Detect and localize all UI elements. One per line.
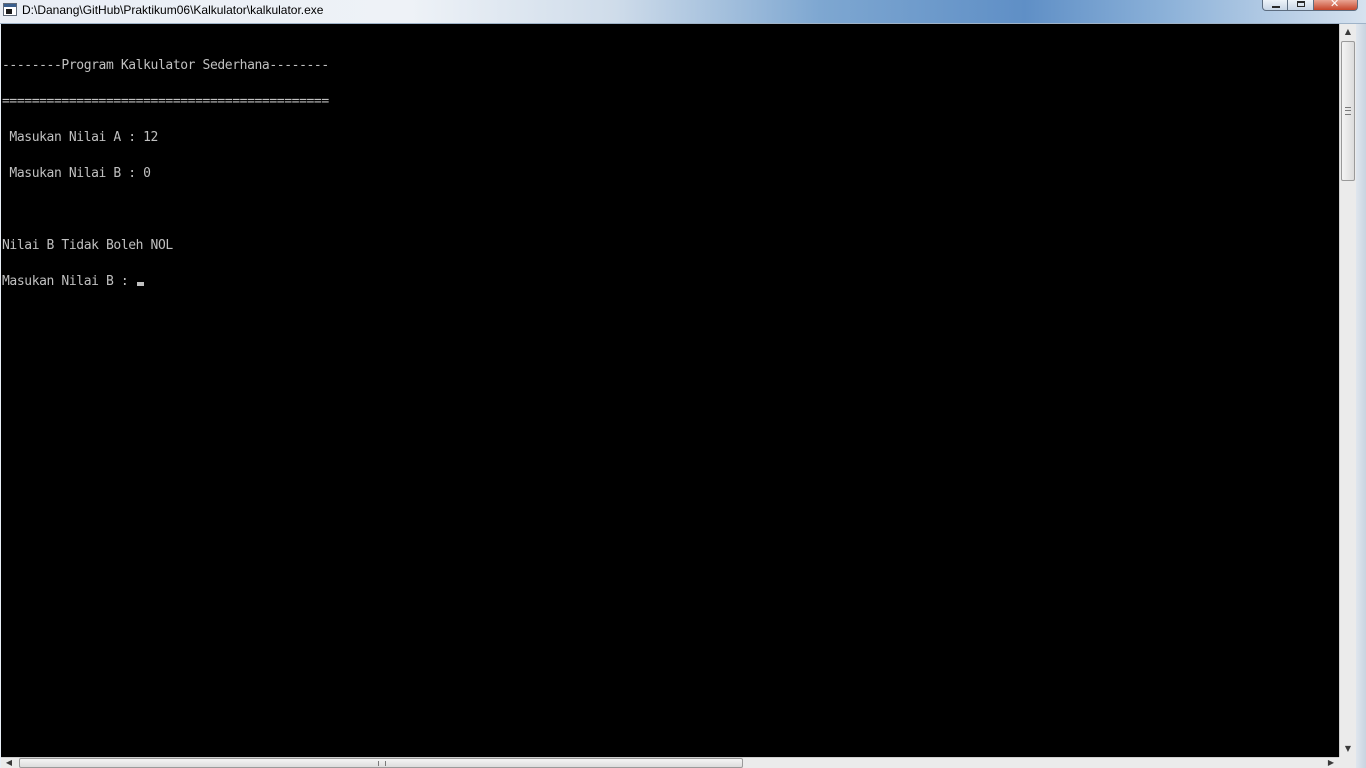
vertical-scroll-thumb[interactable] [1341, 41, 1355, 181]
scroll-down-arrow-icon[interactable]: ▼ [1340, 741, 1356, 757]
vertical-scrollbar[interactable]: ▲ ▼ [1339, 24, 1356, 757]
horizontal-scroll-thumb[interactable] [19, 758, 743, 768]
console-window: D:\Danang\GitHub\Praktikum06\Kalkulator\… [0, 0, 1366, 768]
text-cursor [136, 282, 144, 286]
minimize-button[interactable] [1262, 0, 1288, 11]
console-line-input-b: Masukan Nilai B : 0 [2, 166, 151, 181]
grip-icon [1345, 107, 1351, 115]
maximize-button[interactable] [1288, 0, 1314, 11]
console-prompt-text: Masukan Nilai B : [2, 274, 136, 289]
caption-buttons: ✕ [1262, 0, 1358, 11]
grip-icon [378, 761, 386, 766]
scroll-left-arrow-icon[interactable]: ◀ [1, 758, 17, 768]
close-button[interactable]: ✕ [1314, 0, 1358, 11]
console-line-prompt[interactable]: Masukan Nilai B : [2, 274, 329, 289]
minimize-icon [1272, 6, 1280, 8]
console-line-header: --------Program Kalkulator Sederhana----… [2, 58, 329, 73]
console-output[interactable]: --------Program Kalkulator Sederhana----… [1, 24, 1339, 757]
console-line-input-a: Masukan Nilai A : 12 [2, 130, 158, 145]
horizontal-scrollbar[interactable]: ◀ ▶ [1, 757, 1339, 768]
title-bar[interactable]: D:\Danang\GitHub\Praktikum06\Kalkulator\… [0, 0, 1366, 24]
maximize-icon [1297, 1, 1305, 7]
close-icon: ✕ [1330, 0, 1340, 10]
window-frame-right [1356, 24, 1366, 768]
console-app-icon[interactable] [3, 3, 17, 16]
console-line-separator: ========================================… [2, 94, 329, 109]
scroll-right-arrow-icon[interactable]: ▶ [1323, 758, 1339, 768]
window-title: D:\Danang\GitHub\Praktikum06\Kalkulator\… [22, 3, 324, 17]
scrollbar-corner [1339, 757, 1356, 768]
scroll-up-arrow-icon[interactable]: ▲ [1340, 24, 1356, 40]
console-line-error: Nilai B Tidak Boleh NOL [2, 238, 173, 253]
console-text: --------Program Kalkulator Sederhana----… [2, 36, 329, 312]
console-line-blank [2, 204, 329, 216]
